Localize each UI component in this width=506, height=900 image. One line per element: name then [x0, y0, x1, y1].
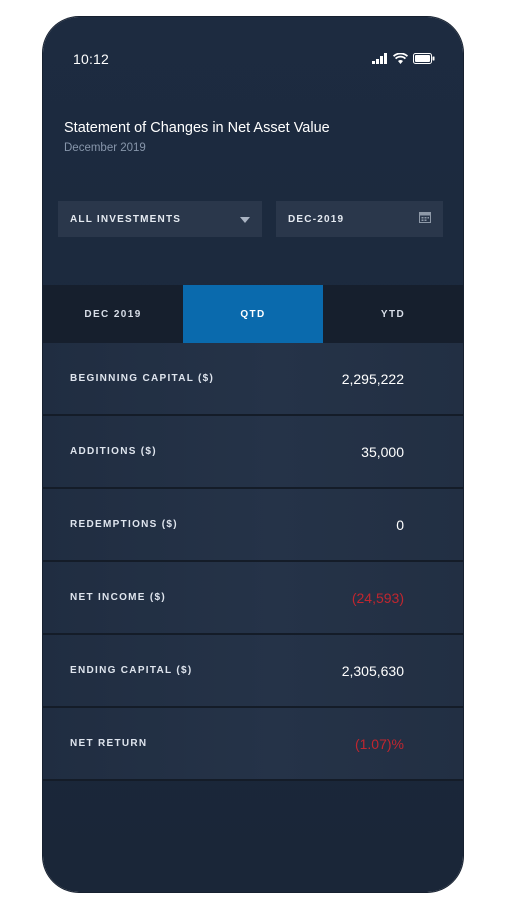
page-title: Statement of Changes in Net Asset Value [64, 120, 330, 136]
status-time: 10:12 [73, 51, 110, 67]
investment-dropdown[interactable]: ALL INVESTMENTS [58, 201, 262, 237]
status-bar: 10:12 [43, 17, 463, 97]
tab-ytd[interactable]: YTD [323, 285, 463, 343]
phone-screen: 10:12 Statement of Changes in Net Asset … [43, 17, 463, 892]
table-row: ADDITIONS ($) 35,000 [43, 416, 463, 489]
nav-statement-table: BEGINNING CAPITAL ($) 2,295,222 ADDITION… [43, 343, 463, 781]
row-label-redemptions: REDEMPTIONS ($) [70, 519, 178, 530]
row-label-additions: ADDITIONS ($) [70, 446, 157, 457]
wifi-icon [393, 53, 408, 64]
period-tabs: DEC 2019 QTD YTD [43, 285, 463, 343]
row-value-net-return: (1.07)% [354, 735, 404, 752]
date-picker-value: DEC-2019 [288, 213, 345, 225]
battery-icon [413, 53, 435, 64]
calendar-icon[interactable] [419, 210, 431, 228]
table-row: ENDING CAPITAL ($) 2,305,630 [43, 635, 463, 708]
row-value-redemptions: 0 [396, 516, 404, 533]
row-label-net-income: NET INCOME ($) [70, 592, 166, 603]
tab-dec-2019[interactable]: DEC 2019 [43, 285, 183, 343]
date-picker-field[interactable]: DEC-2019 [276, 201, 443, 237]
tab-qtd[interactable]: QTD [183, 285, 323, 343]
page-subtitle: December 2019 [64, 142, 146, 154]
table-row: BEGINNING CAPITAL ($) 2,295,222 [43, 343, 463, 416]
row-label-beginning-capital: BEGINNING CAPITAL ($) [70, 373, 215, 384]
row-label-ending-capital: ENDING CAPITAL ($) [70, 665, 193, 676]
caret-down-icon [240, 210, 250, 228]
row-value-additions: 35,000 [361, 443, 404, 460]
investment-dropdown-value: ALL INVESTMENTS [70, 213, 182, 225]
status-icons [372, 53, 435, 64]
row-label-net-return: NET RETURN [70, 738, 148, 749]
row-value-net-income: (24,593) [351, 589, 404, 606]
table-row: NET RETURN (1.07)% [43, 708, 463, 781]
table-row: NET INCOME ($) (24,593) [43, 562, 463, 635]
table-row: REDEMPTIONS ($) 0 [43, 489, 463, 562]
row-value-beginning-capital: 2,295,222 [341, 370, 404, 387]
signal-icon [372, 53, 388, 64]
row-value-ending-capital: 2,305,630 [341, 662, 404, 679]
